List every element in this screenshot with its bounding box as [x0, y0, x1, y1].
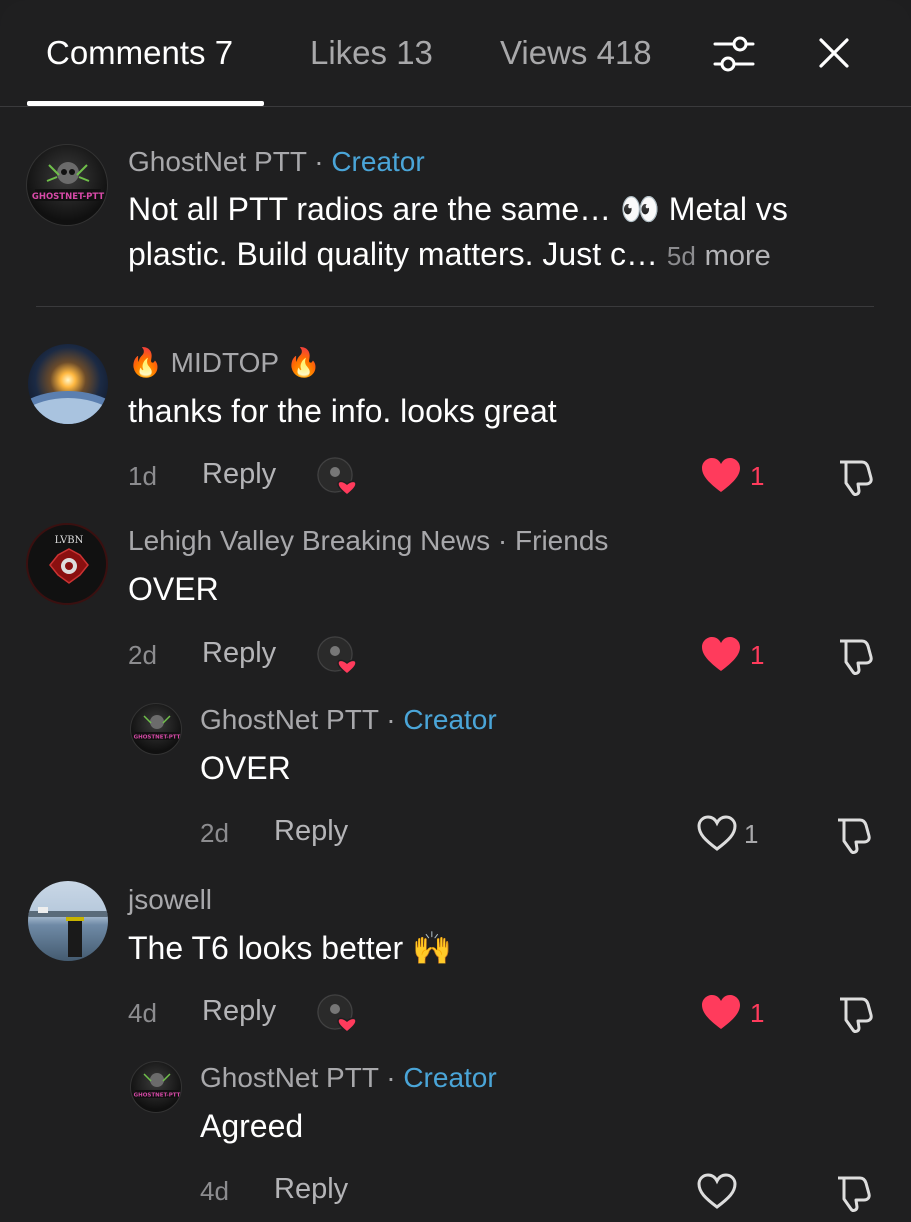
comment-text: Agreed: [200, 1108, 304, 1144]
comment-text: The T6 looks better 🙌: [128, 930, 452, 966]
harbor-photo-image: [28, 907, 108, 957]
svg-text:GHOSTNET-PTT: GHOSTNET-PTT: [32, 192, 104, 202]
close-icon[interactable]: [818, 37, 850, 69]
reply-button[interactable]: Reply: [274, 1173, 348, 1206]
separator-dot: ·: [490, 525, 516, 556]
creator-liked-heart-icon: [317, 994, 357, 1033]
author-name[interactable]: Lehigh Valley Breaking News: [128, 525, 490, 556]
like-count: 1: [750, 461, 765, 491]
news-logo-icon: LVBN: [49, 535, 89, 584]
skull-logo-icon: GHOSTNET-PTT: [134, 715, 181, 741]
comment-time: 2d: [200, 818, 229, 848]
comment-text: OVER: [200, 750, 291, 786]
comment-time: 2d: [128, 640, 157, 670]
like-count: 1: [750, 998, 765, 1028]
skull-logo-icon: GHOSTNET-PTT: [134, 1073, 181, 1099]
heart-outline-icon[interactable]: [696, 1172, 738, 1210]
tab-views[interactable]: Views 418: [500, 34, 652, 72]
creator-avatar[interactable]: GHOSTNET-PTT: [26, 144, 108, 226]
reply-button[interactable]: Reply: [274, 815, 348, 848]
comment-author-line: GhostNet PTT · Creator: [200, 704, 497, 736]
comment-time: 1d: [128, 461, 157, 491]
creator-liked-heart-icon: [317, 636, 357, 675]
svg-text:GHOSTNET-PTT: GHOSTNET-PTT: [134, 1093, 181, 1099]
caption-line-2: plastic. Build quality matters. Just c… …: [128, 232, 771, 279]
tab-bar: Comments 7 Likes 13 Views 418: [0, 0, 911, 107]
active-tab-indicator: [27, 101, 264, 106]
skull-logo-icon: GHOSTNET-PTT: [32, 162, 104, 202]
comment-time: 4d: [128, 998, 157, 1028]
heart-outline-icon[interactable]: [696, 814, 738, 852]
author-name[interactable]: 🔥 MIDTOP 🔥: [128, 346, 321, 379]
friends-badge: Friends: [515, 525, 609, 556]
dislike-icon[interactable]: [834, 635, 876, 677]
earth-sunrise-image: [28, 391, 108, 424]
creator-badge: Creator: [403, 704, 497, 735]
comment-author-line: GhostNet PTT · Creator: [128, 146, 425, 178]
svg-text:GHOSTNET-PTT: GHOSTNET-PTT: [134, 735, 181, 741]
creator-badge: Creator: [403, 1062, 497, 1093]
creator-badge: Creator: [331, 146, 425, 177]
creator-liked-indicator: [317, 636, 357, 675]
comments-sheet: Comments 7 Likes 13 Views 418 GHOSTNET-P…: [0, 0, 911, 1222]
user-avatar[interactable]: [28, 344, 108, 424]
separator-dot: ·: [378, 704, 404, 735]
like-count: 1: [750, 640, 765, 670]
tab-comments[interactable]: Comments 7: [46, 34, 233, 72]
more-link[interactable]: more: [705, 240, 771, 272]
reply-button[interactable]: Reply: [202, 995, 276, 1028]
separator-dot: ·: [378, 1062, 404, 1093]
user-avatar[interactable]: LVBN: [26, 523, 108, 605]
comment-text: OVER: [128, 571, 219, 607]
creator-liked-indicator: [317, 994, 357, 1033]
creator-avatar[interactable]: GHOSTNET-PTT: [130, 1061, 182, 1113]
tab-likes[interactable]: Likes 13: [310, 34, 433, 72]
comment-author-line: GhostNet PTT · Creator: [200, 1062, 497, 1094]
comment-time: 4d: [200, 1176, 229, 1206]
creator-liked-indicator: [317, 457, 357, 496]
creator-liked-heart-icon: [317, 457, 357, 496]
caption-text: plastic. Build quality matters. Just c…: [128, 236, 658, 272]
author-name[interactable]: GhostNet PTT: [200, 704, 378, 735]
heart-filled-icon[interactable]: [700, 635, 742, 673]
comment-author-line: Lehigh Valley Breaking News · Friends: [128, 525, 608, 557]
comment-text: thanks for the info. looks great: [128, 393, 557, 429]
dislike-icon[interactable]: [832, 814, 874, 856]
comment-time: 5d: [666, 241, 696, 271]
svg-text:LVBN: LVBN: [55, 535, 84, 546]
dislike-icon[interactable]: [834, 456, 876, 498]
separator-dot: ·: [306, 146, 332, 177]
like-count: 1: [744, 819, 759, 849]
heart-filled-icon[interactable]: [700, 993, 742, 1031]
reply-button[interactable]: Reply: [202, 637, 276, 670]
heart-filled-icon[interactable]: [700, 456, 742, 494]
user-avatar[interactable]: [28, 881, 108, 961]
divider: [36, 306, 874, 307]
reply-button[interactable]: Reply: [202, 458, 276, 491]
dislike-icon[interactable]: [834, 993, 876, 1035]
author-name[interactable]: GhostNet PTT: [128, 146, 306, 177]
author-name[interactable]: jsowell: [128, 884, 212, 916]
creator-avatar[interactable]: GHOSTNET-PTT: [130, 703, 182, 755]
author-name[interactable]: GhostNet PTT: [200, 1062, 378, 1093]
filter-icon[interactable]: [712, 34, 756, 74]
dislike-icon[interactable]: [832, 1172, 874, 1214]
caption-line-1: Not all PTT radios are the same… 👀 Metal…: [128, 191, 788, 227]
